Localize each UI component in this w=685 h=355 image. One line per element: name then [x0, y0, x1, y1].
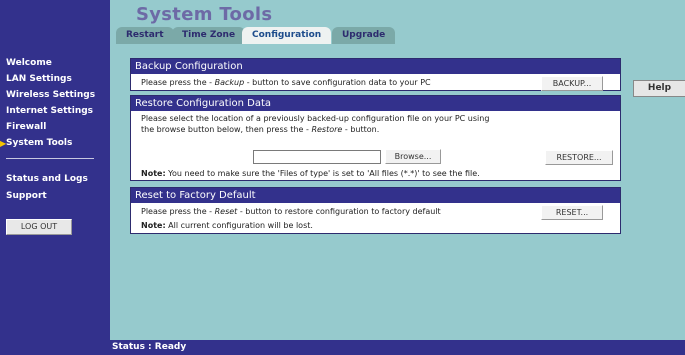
sidebar-item-internet-settings[interactable]: Internet Settings: [6, 106, 93, 116]
sidebar-item-welcome[interactable]: Welcome: [6, 58, 52, 68]
sidebar: Welcome LAN Settings Wireless Settings I…: [0, 0, 110, 340]
sidebar-item-system-tools[interactable]: System Tools: [6, 138, 72, 148]
restore-note: Note: You need to make sure the 'Files o…: [141, 169, 480, 178]
reset-heading: Reset to Factory Default: [131, 188, 620, 203]
sidebar-item-lan-settings[interactable]: LAN Settings: [6, 74, 72, 84]
header: System Tools Restart Time Zone Configura…: [110, 0, 685, 44]
backup-instructions: Please press the - Backup - button to sa…: [141, 78, 431, 87]
file-path-input[interactable]: [253, 150, 381, 164]
page-title: System Tools: [136, 4, 273, 25]
status-bar: Status : Ready: [0, 340, 685, 355]
restore-instructions-line2: the browse button below, then press the …: [141, 125, 380, 134]
sidebar-item-support[interactable]: Support: [6, 191, 47, 201]
reset-instructions: Please press the - Reset - button to res…: [141, 207, 441, 216]
reset-panel: Reset to Factory Default Please press th…: [130, 187, 621, 234]
browse-button[interactable]: Browse...: [385, 149, 441, 164]
help-button[interactable]: Help: [633, 80, 685, 97]
reset-note: Note: All current configuration will be …: [141, 221, 313, 230]
reset-button[interactable]: RESET...: [541, 205, 603, 220]
sidebar-item-status-and-logs[interactable]: Status and Logs: [6, 174, 88, 184]
tab-upgrade[interactable]: Upgrade: [332, 27, 396, 44]
backup-panel: Backup Configuration Please press the - …: [130, 58, 621, 91]
restore-panel: Restore Configuration Data Please select…: [130, 95, 621, 181]
sidebar-item-wireless-settings[interactable]: Wireless Settings: [6, 90, 95, 100]
sidebar-divider: [6, 158, 94, 159]
restore-instructions-line1: Please select the location of a previous…: [141, 114, 490, 123]
tab-restart[interactable]: Restart: [116, 27, 174, 44]
tab-time-zone[interactable]: Time Zone: [172, 27, 246, 44]
tab-configuration[interactable]: Configuration: [242, 27, 332, 44]
restore-button[interactable]: RESTORE...: [545, 150, 613, 165]
status-text: Status : Ready: [112, 342, 187, 352]
main-content: Help Backup Configuration Please press t…: [110, 44, 685, 340]
backup-button[interactable]: BACKUP...: [541, 76, 603, 91]
sidebar-item-firewall[interactable]: Firewall: [6, 122, 46, 132]
backup-heading: Backup Configuration: [131, 59, 620, 74]
logout-button[interactable]: LOG OUT: [6, 219, 72, 235]
restore-heading: Restore Configuration Data: [131, 96, 620, 111]
